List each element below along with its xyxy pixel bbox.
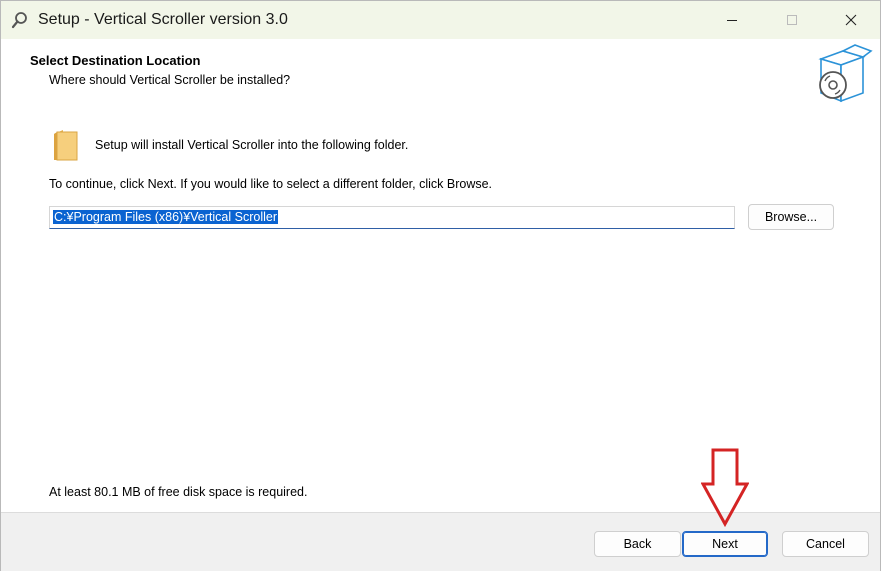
minimize-button[interactable] <box>709 1 755 39</box>
close-icon <box>845 14 857 26</box>
back-button[interactable]: Back <box>594 531 681 557</box>
folder-icon <box>54 130 78 161</box>
setup-window: Setup - Vertical Scroller version 3.0 Se… <box>0 0 881 571</box>
page-title: Select Destination Location <box>30 53 201 68</box>
annotation-arrow-down-icon <box>701 448 749 528</box>
setup-magnifier-icon <box>11 12 27 29</box>
destination-path-input[interactable]: C:¥Program Files (x86)¥Vertical Scroller <box>49 206 735 229</box>
maximize-button[interactable] <box>769 1 815 39</box>
browse-button[interactable]: Browse... <box>748 204 834 230</box>
disk-space-requirement: At least 80.1 MB of free disk space is r… <box>49 485 308 499</box>
install-folder-message: Setup will install Vertical Scroller int… <box>95 138 409 152</box>
continue-instructions: To continue, click Next. If you would li… <box>49 177 493 191</box>
page-subtitle: Where should Vertical Scroller be instal… <box>49 73 291 87</box>
minimize-icon <box>727 20 737 21</box>
maximize-icon <box>787 15 797 25</box>
title-bar[interactable]: Setup - Vertical Scroller version 3.0 <box>1 1 880 39</box>
software-box-icon <box>818 44 873 103</box>
window-title: Setup - Vertical Scroller version 3.0 <box>38 11 288 28</box>
destination-path-value: C:¥Program Files (x86)¥Vertical Scroller <box>53 210 278 224</box>
close-button[interactable] <box>828 1 874 39</box>
cancel-button[interactable]: Cancel <box>782 531 869 557</box>
next-button[interactable]: Next <box>682 531 768 557</box>
wizard-header: Select Destination Location Where should… <box>1 39 880 111</box>
